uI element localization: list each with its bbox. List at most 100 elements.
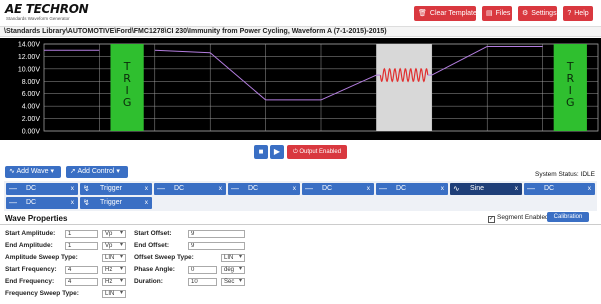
offset-sweep-type-label: Offset Sweep Type: [134, 254, 194, 261]
segment-dc[interactable]: — DC x [154, 183, 226, 195]
segment-dc[interactable]: — DC x [524, 183, 595, 195]
start-frequency-unit-select[interactable]: Hz [102, 266, 126, 274]
y-tick-label: 0.00V [22, 129, 41, 136]
amplitude-sweep-type-select[interactable]: LIN [102, 254, 126, 262]
y-tick-label: 14.00V [18, 42, 41, 49]
segment-dc[interactable]: — DC x [376, 183, 448, 195]
checkbox-checked-icon: ✓ [488, 216, 495, 223]
breadcrumb: \Standards Library\AUTOMOTIVE\Ford\FMC12… [0, 26, 601, 37]
segment-dc[interactable]: — DC x [302, 183, 374, 195]
phase-angle-input[interactable]: 0 [188, 266, 217, 274]
end-amplitude-input[interactable]: 1 [65, 242, 98, 250]
start-frequency-label: Start Frequency: [5, 266, 57, 273]
help-button[interactable]: ? Help [563, 6, 593, 21]
trig-letter: G [566, 96, 575, 109]
duration-input[interactable]: 10 [188, 278, 217, 286]
files-button[interactable]: ▤ Files [482, 6, 512, 21]
frequency-sweep-type-select[interactable]: LIN [102, 290, 126, 298]
close-icon[interactable]: x [441, 183, 444, 195]
chevron-down-icon: ▾ [116, 168, 120, 175]
segment-dc[interactable]: — DC x [228, 183, 300, 195]
end-amplitude-unit-select[interactable]: Vp [102, 242, 126, 250]
phase-angle-label: Phase Angle: [134, 266, 175, 273]
segment-trigger[interactable]: ↯ Trigger x [80, 183, 152, 195]
play-icon: ▶ [273, 147, 281, 156]
close-icon[interactable]: x [367, 183, 370, 195]
segment-sine[interactable]: ∿ Sine x [450, 183, 522, 195]
close-icon[interactable]: x [293, 183, 296, 195]
end-frequency-label: End Frequency: [5, 278, 55, 285]
divider [0, 224, 601, 225]
segment-trigger[interactable]: ↯ Trigger x [80, 197, 152, 209]
control-icon: ➚ [70, 168, 76, 175]
wave-properties-title: Wave Properties [5, 214, 68, 223]
files-icon: ▤ [486, 10, 493, 17]
add-control-button[interactable]: ➚ Add Control ▾ [66, 166, 128, 178]
logo-subtitle: Standards Waveform Generator [6, 16, 70, 21]
phase-angle-unit-select[interactable]: deg [221, 266, 245, 274]
gear-icon: ⚙ [522, 10, 529, 17]
duration-label: Duration: [134, 278, 163, 285]
start-offset-input[interactable]: 9 [188, 230, 245, 238]
system-status: System Status: IDLE [535, 171, 595, 178]
add-wave-button[interactable]: ∿ Add Wave ▾ [5, 166, 61, 178]
segment-list: — DC x ↯ Trigger x — DC x — DC x — DC x — DC x ∿ Sine… [4, 181, 597, 211]
dc-icon: — [157, 184, 165, 193]
start-amplitude-input[interactable]: 1 [65, 230, 98, 238]
frequency-sweep-type-label: Frequency Sweep Type: [5, 290, 79, 297]
end-frequency-input[interactable]: 4 [65, 278, 98, 286]
close-icon[interactable]: x [145, 183, 148, 195]
settings-button[interactable]: ⚙ Settings [518, 6, 557, 21]
segment-dc[interactable]: — DC x [6, 183, 78, 195]
y-tick-label: 12.00V [18, 54, 41, 61]
start-amplitude-unit-select[interactable]: Vp [102, 230, 126, 238]
offset-sweep-type-select[interactable]: LIN [221, 254, 245, 262]
calibration-button[interactable]: Calibration [547, 212, 589, 222]
wave-icon: ∿ [9, 168, 15, 175]
start-frequency-input[interactable]: 4 [65, 266, 98, 274]
dc-icon: — [527, 184, 535, 193]
end-amplitude-label: End Amplitude: [5, 242, 53, 249]
start-amplitude-label: Start Amplitude: [5, 230, 56, 237]
close-icon[interactable]: x [588, 183, 591, 195]
sine-band [376, 44, 432, 131]
duration-unit-select[interactable]: Sec [221, 278, 245, 286]
sine-icon: ∿ [453, 184, 460, 193]
amplitude-sweep-type-label: Amplitude Sweep Type: [5, 254, 78, 261]
trigger-icon: ↯ [83, 198, 90, 207]
close-icon[interactable]: x [71, 183, 74, 195]
dc-icon: — [305, 184, 313, 193]
app-header: AE TECHRON Standards Waveform Generator … [0, 0, 601, 26]
close-icon[interactable]: x [515, 183, 518, 195]
close-icon[interactable]: x [219, 183, 222, 195]
close-icon[interactable]: x [71, 197, 74, 209]
waveform-chart[interactable]: 14.00V 12.00V 10.00V 8.00V 6.00V 4.00V 2.00V 0.… [0, 38, 601, 140]
start-offset-label: Start Offset: [134, 230, 172, 237]
stop-icon: ■ [258, 147, 264, 156]
waveform-plot: 14.00V 12.00V 10.00V 8.00V 6.00V 4.00V 2.00V 0.… [18, 42, 599, 136]
trigger-icon: ↯ [83, 184, 90, 193]
clear-template-button[interactable]: 🗑 Clear Template [414, 6, 477, 21]
y-tick-label: 10.00V [18, 66, 41, 73]
y-tick-label: 6.00V [22, 91, 41, 98]
y-tick-label: 8.00V [22, 79, 41, 86]
dc-icon: — [231, 184, 239, 193]
segment-enabled-checkbox[interactable]: ✓ Segment Enabled [488, 214, 549, 223]
segment-dc[interactable]: — DC x [6, 197, 78, 209]
trash-icon: 🗑 [418, 10, 427, 17]
close-icon[interactable]: x [145, 197, 148, 209]
y-tick-label: 2.00V [22, 116, 41, 123]
power-icon: ⏻ [292, 149, 298, 155]
question-icon: ? [567, 10, 572, 17]
play-button[interactable]: ▶ [270, 145, 284, 159]
dc-icon: — [379, 184, 387, 193]
stop-button[interactable]: ■ [254, 145, 268, 159]
end-offset-input[interactable]: 9 [188, 242, 245, 250]
end-frequency-unit-select[interactable]: Hz [102, 278, 126, 286]
chevron-down-icon: ▾ [50, 168, 54, 175]
dc-icon: — [9, 198, 17, 207]
logo: AE TECHRON [5, 2, 89, 16]
output-enabled-button[interactable]: ⏻ Output Enabled [287, 145, 347, 159]
y-tick-label: 4.00V [22, 104, 41, 111]
trig-letter: G [123, 96, 132, 109]
